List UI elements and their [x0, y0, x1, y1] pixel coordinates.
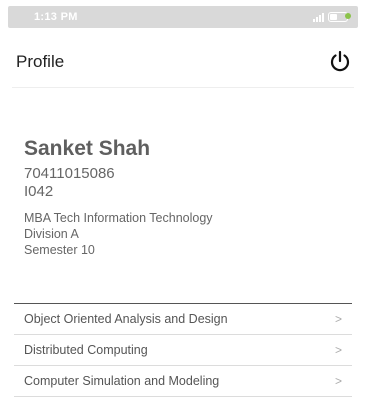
chevron-right-icon: > — [334, 374, 342, 388]
app-bar: Profile — [12, 36, 354, 88]
chevron-right-icon: > — [334, 343, 342, 357]
page-title: Profile — [16, 51, 65, 71]
roll-number: 70411015086 — [24, 165, 115, 182]
battery-charging-icon — [328, 12, 351, 22]
sap-id: I042 — [24, 183, 54, 200]
logout-button[interactable] — [326, 48, 354, 76]
semester: Semester 10 — [24, 243, 95, 257]
power-icon — [330, 50, 350, 71]
subject-item-ooad[interactable]: Object Oriented Analysis and Design > — [14, 304, 352, 335]
subject-item-simulation-modeling[interactable]: Computer Simulation and Modeling > — [14, 366, 352, 397]
division: Division A — [24, 227, 79, 241]
subject-item-distributed-computing[interactable]: Distributed Computing > — [14, 335, 352, 366]
chevron-right-icon: > — [334, 312, 342, 326]
subject-list: Object Oriented Analysis and Design > Di… — [14, 303, 352, 397]
subject-label: Object Oriented Analysis and Design — [24, 312, 228, 326]
student-name: Sanket Shah — [24, 137, 151, 160]
status-bar: 1:13 PM — [8, 6, 358, 28]
status-icons — [313, 12, 351, 22]
subject-label: Computer Simulation and Modeling — [24, 374, 220, 388]
program-name: MBA Tech Information Technology — [24, 211, 213, 225]
signal-icon — [313, 12, 324, 22]
subject-label: Distributed Computing — [24, 343, 148, 357]
status-time: 1:13 PM — [34, 11, 78, 23]
profile-card: Sanket Shah 70411015086 I042 MBA Tech In… — [24, 136, 346, 258]
